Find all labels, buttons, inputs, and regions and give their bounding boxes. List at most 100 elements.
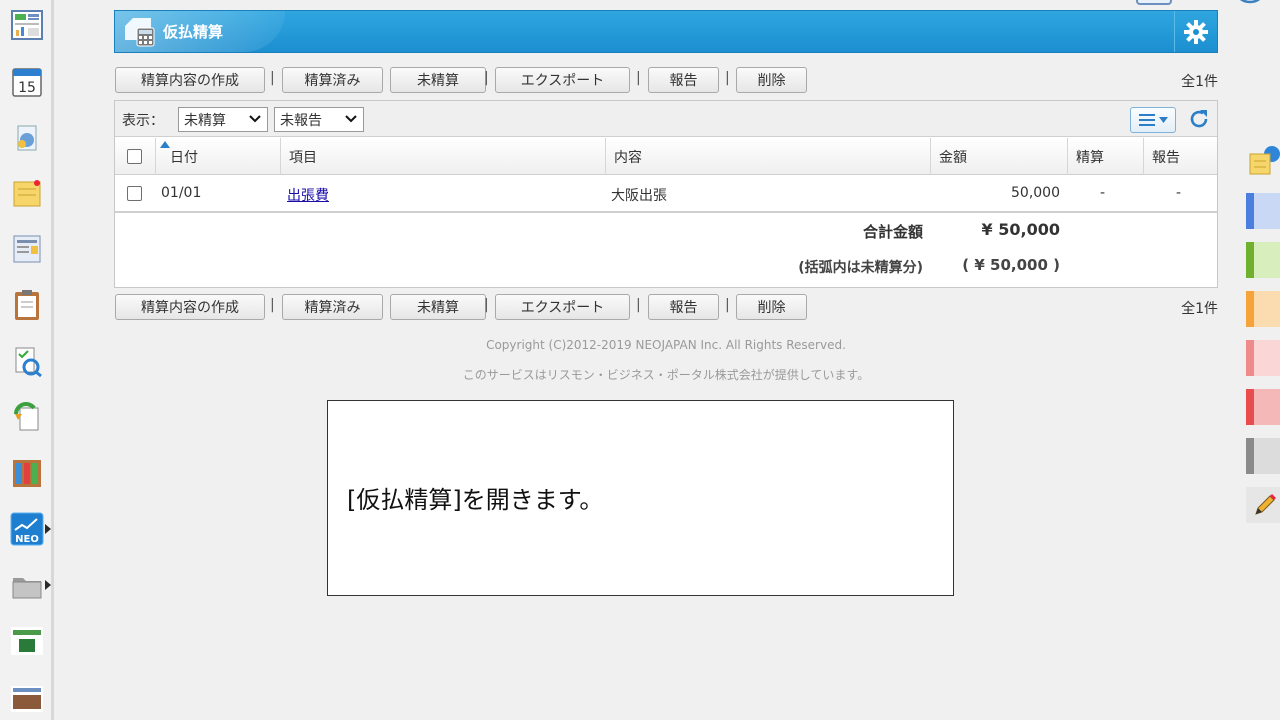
report-button[interactable]: 報告 — [648, 67, 719, 93]
report-button[interactable]: 報告 — [648, 294, 719, 320]
page-title: 仮払精算 — [163, 23, 224, 41]
status-filter-select[interactable]: 未精算 — [178, 107, 268, 132]
sort-asc-icon — [160, 141, 170, 148]
export-button[interactable]: エクスポート — [495, 67, 630, 93]
report-filter-value: 未報告 — [280, 112, 322, 129]
settings-button[interactable] — [1174, 11, 1217, 52]
refresh-icon[interactable] — [1187, 107, 1211, 131]
tab-green[interactable] — [1246, 242, 1280, 278]
tab-orange[interactable] — [1246, 291, 1280, 327]
expand-arrow-icon[interactable] — [45, 524, 51, 534]
toolbar-separator: | — [725, 70, 730, 86]
portal-app-icon[interactable] — [8, 6, 46, 44]
tab-red[interactable] — [1246, 389, 1280, 425]
column-settled-label: 精算 — [1076, 150, 1104, 166]
column-content-label: 内容 — [614, 150, 642, 166]
bulletin-app-icon[interactable] — [8, 230, 46, 268]
column-reported-label: 報告 — [1152, 150, 1180, 166]
bottom-toolbar: 精算内容の作成 | 精算済み 未精算 | エクスポート | 報告 | 削除 全1… — [114, 294, 1218, 322]
toolbar-separator: | — [725, 297, 730, 313]
column-date[interactable]: 日付 — [155, 138, 280, 175]
toolbar-separator: | — [636, 70, 641, 86]
column-reported[interactable]: 報告 — [1143, 138, 1217, 175]
partner-banner-icon[interactable] — [8, 622, 46, 660]
row-checkbox[interactable] — [127, 186, 142, 201]
app-header: 仮払精算 — [114, 10, 1218, 53]
delete-button[interactable]: 削除 — [736, 294, 807, 320]
sticky-note-icon[interactable] — [1246, 140, 1280, 176]
filter-label: 表示： — [122, 113, 164, 129]
row-item-link[interactable]: 出張費 — [287, 185, 329, 205]
create-settlement-button[interactable]: 精算内容の作成 — [115, 67, 265, 93]
item-count: 全1件 — [1181, 74, 1218, 90]
partner-banner-icon[interactable] — [8, 678, 46, 716]
caption-text: [仮払精算]を開きます。 — [347, 486, 604, 514]
total-label: 合計金額 — [862, 223, 923, 241]
pencil-icon[interactable] — [1246, 487, 1280, 523]
settled-button[interactable]: 精算済み — [282, 67, 383, 93]
toolbar-separator: | — [484, 297, 489, 313]
unsettled-note: (括弧内は未精算分) — [798, 260, 923, 276]
expand-arrow-icon[interactable] — [45, 580, 51, 590]
column-item[interactable]: 項目 — [280, 138, 605, 175]
workflow-search-app-icon[interactable] — [8, 342, 46, 380]
memo-app-icon[interactable] — [8, 174, 46, 212]
column-settled[interactable]: 精算 — [1067, 138, 1143, 175]
row-content: 大阪出張 — [611, 188, 667, 204]
neo-app-icon[interactable]: NEO — [8, 510, 46, 548]
row-settled: - — [1100, 185, 1106, 201]
gear-icon — [1184, 19, 1208, 44]
provider-text: このサービスはリスモン・ビジネス・ポータル株式会社が提供しています。 — [462, 368, 870, 382]
delete-button[interactable]: 削除 — [736, 67, 807, 93]
caption-box: [仮払精算]を開きます。 — [327, 400, 954, 596]
column-amount-label: 金額 — [939, 150, 967, 166]
row-date: 01/01 — [161, 185, 202, 201]
table-row[interactable]: 01/01 出張費 大阪出張 50,000 - - — [115, 175, 1217, 213]
select-all-checkbox[interactable] — [127, 149, 142, 164]
unsettled-button[interactable]: 未精算 — [390, 294, 486, 320]
tab-gray[interactable] — [1246, 438, 1280, 474]
window-icon[interactable] — [1136, 0, 1174, 6]
copyright-text: Copyright (C)2012-2019 NEOJAPAN Inc. All… — [486, 338, 846, 352]
unsettled-button[interactable]: 未精算 — [390, 67, 486, 93]
svg-text:15: 15 — [18, 80, 36, 96]
tab-blue[interactable] — [1246, 193, 1280, 229]
toolbar-separator: | — [270, 70, 275, 86]
toolbar-separator: | — [484, 70, 489, 86]
settled-button[interactable]: 精算済み — [282, 294, 383, 320]
filter-bar: 表示： 未精算 未報告 — [115, 101, 1217, 137]
column-content[interactable]: 内容 — [605, 138, 930, 175]
file-cabinet-app-icon[interactable] — [8, 454, 46, 492]
calendar-app-icon[interactable]: 15 — [8, 62, 46, 100]
view-menu-button[interactable] — [1130, 107, 1176, 133]
table-header: 日付 項目 内容 金額 精算 報告 — [115, 138, 1217, 175]
item-count: 全1件 — [1181, 301, 1218, 317]
app-sidebar: 15 NEO — [0, 0, 54, 720]
tab-pink[interactable] — [1246, 340, 1280, 376]
list-icon — [1138, 114, 1155, 126]
caret-down-icon — [1158, 117, 1168, 123]
request-app-icon[interactable] — [8, 398, 46, 436]
unsettled-amount: ( ¥ 50,000 ) — [962, 256, 1060, 274]
svg-text:NEO: NEO — [15, 534, 39, 545]
timecard-app-icon[interactable] — [8, 118, 46, 156]
clipboard-app-icon[interactable] — [8, 286, 46, 324]
settlement-list-panel: 表示： 未精算 未報告 日付 項目 内容 金額 精算 報告 01/01 出張費 … — [114, 100, 1218, 288]
chevron-down-icon — [249, 115, 261, 123]
row-amount: 50,000 — [1011, 185, 1060, 201]
export-button[interactable]: エクスポート — [495, 294, 630, 320]
calculator-app-icon — [125, 18, 155, 47]
row-reported: - — [1176, 185, 1182, 201]
column-date-label: 日付 — [170, 150, 198, 166]
toolbar-separator: | — [636, 297, 641, 313]
folder-app-icon[interactable] — [8, 566, 46, 604]
column-amount[interactable]: 金額 — [930, 138, 1067, 175]
status-filter-value: 未精算 — [184, 112, 226, 129]
toolbar-separator: | — [270, 297, 275, 313]
column-item-label: 項目 — [289, 150, 317, 166]
chevron-down-icon — [345, 115, 357, 123]
help-icon[interactable] — [1230, 0, 1270, 6]
create-settlement-button[interactable]: 精算内容の作成 — [115, 294, 265, 320]
report-filter-select[interactable]: 未報告 — [274, 107, 364, 132]
top-toolbar: 精算内容の作成 | 精算済み 未精算 | エクスポート | 報告 | 削除 全1… — [114, 67, 1218, 95]
